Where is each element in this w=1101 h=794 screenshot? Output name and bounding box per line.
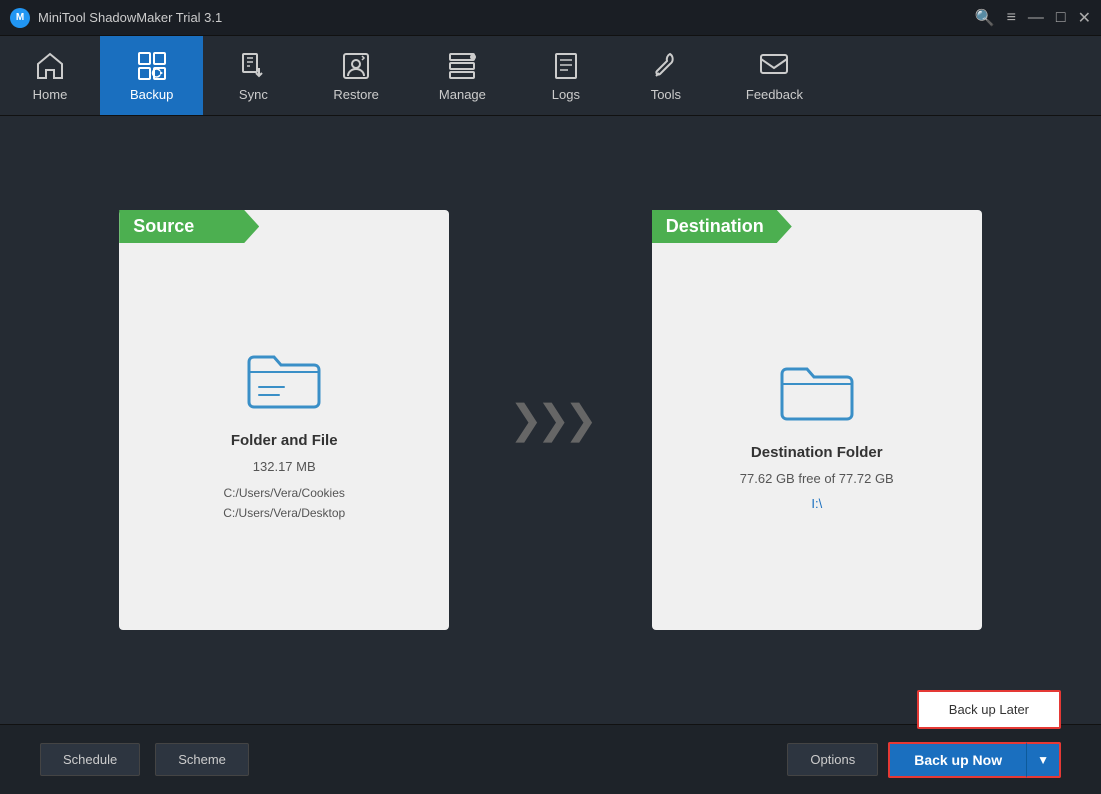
nav-item-tools[interactable]: Tools <box>616 36 716 115</box>
destination-size: 77.62 GB free of 77.72 GB <box>740 471 894 486</box>
destination-title: Destination Folder <box>751 444 883 461</box>
bottom-left: Schedule Scheme <box>40 743 249 776</box>
backup-later-button[interactable]: Back up Later <box>919 692 1059 727</box>
nav-label-feedback: Feedback <box>746 87 803 102</box>
destination-card[interactable]: Destination Destination Folder 77.62 GB … <box>652 210 982 630</box>
source-path1: C:/Users/Vera/Cookies <box>223 484 345 503</box>
nav-item-home[interactable]: Home <box>0 36 100 115</box>
source-card[interactable]: Source Folder and File 132.17 MB C:/User… <box>119 210 449 630</box>
nav-label-sync: Sync <box>239 87 268 102</box>
nav-label-home: Home <box>33 87 68 102</box>
titlebar-controls[interactable]: 🔍 ≡ — □ ✕ <box>975 8 1091 28</box>
menu-icon[interactable]: ≡ <box>1007 9 1016 27</box>
titlebar-left: M MiniTool ShadowMaker Trial 3.1 <box>10 8 222 28</box>
manage-icon <box>446 50 478 82</box>
nav-item-sync[interactable]: Sync <box>203 36 303 115</box>
scheme-button[interactable]: Scheme <box>155 743 249 776</box>
nav-label-manage: Manage <box>439 87 486 102</box>
nav-item-logs[interactable]: Logs <box>516 36 616 115</box>
restore-icon <box>340 50 372 82</box>
main-content: Source Folder and File 132.17 MB C:/User… <box>0 116 1101 724</box>
source-size: 132.17 MB <box>253 459 316 474</box>
bottom-bar: Schedule Scheme Options Back up Now ▼ Ba… <box>0 724 1101 794</box>
destination-folder-icon <box>777 359 857 424</box>
nav-label-backup: Backup <box>130 87 173 102</box>
titlebar: M MiniTool ShadowMaker Trial 3.1 🔍 ≡ — □… <box>0 0 1101 36</box>
nav-item-restore[interactable]: Restore <box>303 36 409 115</box>
source-path2: C:/Users/Vera/Desktop <box>223 504 345 523</box>
nav-label-logs: Logs <box>552 87 580 102</box>
destination-header: Destination <box>652 210 792 243</box>
search-icon[interactable]: 🔍 <box>975 8 995 28</box>
source-title: Folder and File <box>231 432 338 449</box>
nav-item-backup[interactable]: Backup <box>100 36 203 115</box>
sync-icon <box>237 50 269 82</box>
nav-item-feedback[interactable]: Feedback <box>716 36 833 115</box>
source-paths: C:/Users/Vera/Cookies C:/Users/Vera/Desk… <box>223 484 345 522</box>
logs-icon <box>550 50 582 82</box>
backup-dropdown-popup: Back up Later <box>917 690 1061 729</box>
nav-item-manage[interactable]: Manage <box>409 36 516 115</box>
destination-body: Destination Folder 77.62 GB free of 77.7… <box>740 359 894 511</box>
backup-now-button[interactable]: Back up Now <box>888 742 1026 778</box>
destination-path: I:\ <box>811 496 822 511</box>
home-icon <box>34 50 66 82</box>
bottom-right: Options Back up Now ▼ <box>787 742 1061 778</box>
nav-label-tools: Tools <box>651 87 681 102</box>
app-logo: M <box>10 8 30 28</box>
minimize-button[interactable]: — <box>1028 9 1044 27</box>
navbar: Home Backup Sync Restore <box>0 36 1101 116</box>
nav-label-restore: Restore <box>333 87 379 102</box>
close-button[interactable]: ✕ <box>1078 8 1091 28</box>
source-body: Folder and File 132.17 MB C:/Users/Vera/… <box>223 347 345 522</box>
backup-icon <box>136 50 168 82</box>
backup-dropdown-arrow[interactable]: ▼ <box>1026 742 1061 778</box>
source-folder-icon <box>244 347 324 412</box>
forward-arrow: ❯❯❯ <box>509 397 592 443</box>
tools-icon <box>650 50 682 82</box>
feedback-icon <box>758 50 790 82</box>
source-header: Source <box>119 210 259 243</box>
backup-now-group: Back up Now ▼ <box>888 742 1061 778</box>
arrow-container: ❯❯❯ <box>509 397 592 443</box>
maximize-button[interactable]: □ <box>1056 9 1066 27</box>
app-title: MiniTool ShadowMaker Trial 3.1 <box>38 10 222 25</box>
schedule-button[interactable]: Schedule <box>40 743 140 776</box>
options-button[interactable]: Options <box>787 743 878 776</box>
